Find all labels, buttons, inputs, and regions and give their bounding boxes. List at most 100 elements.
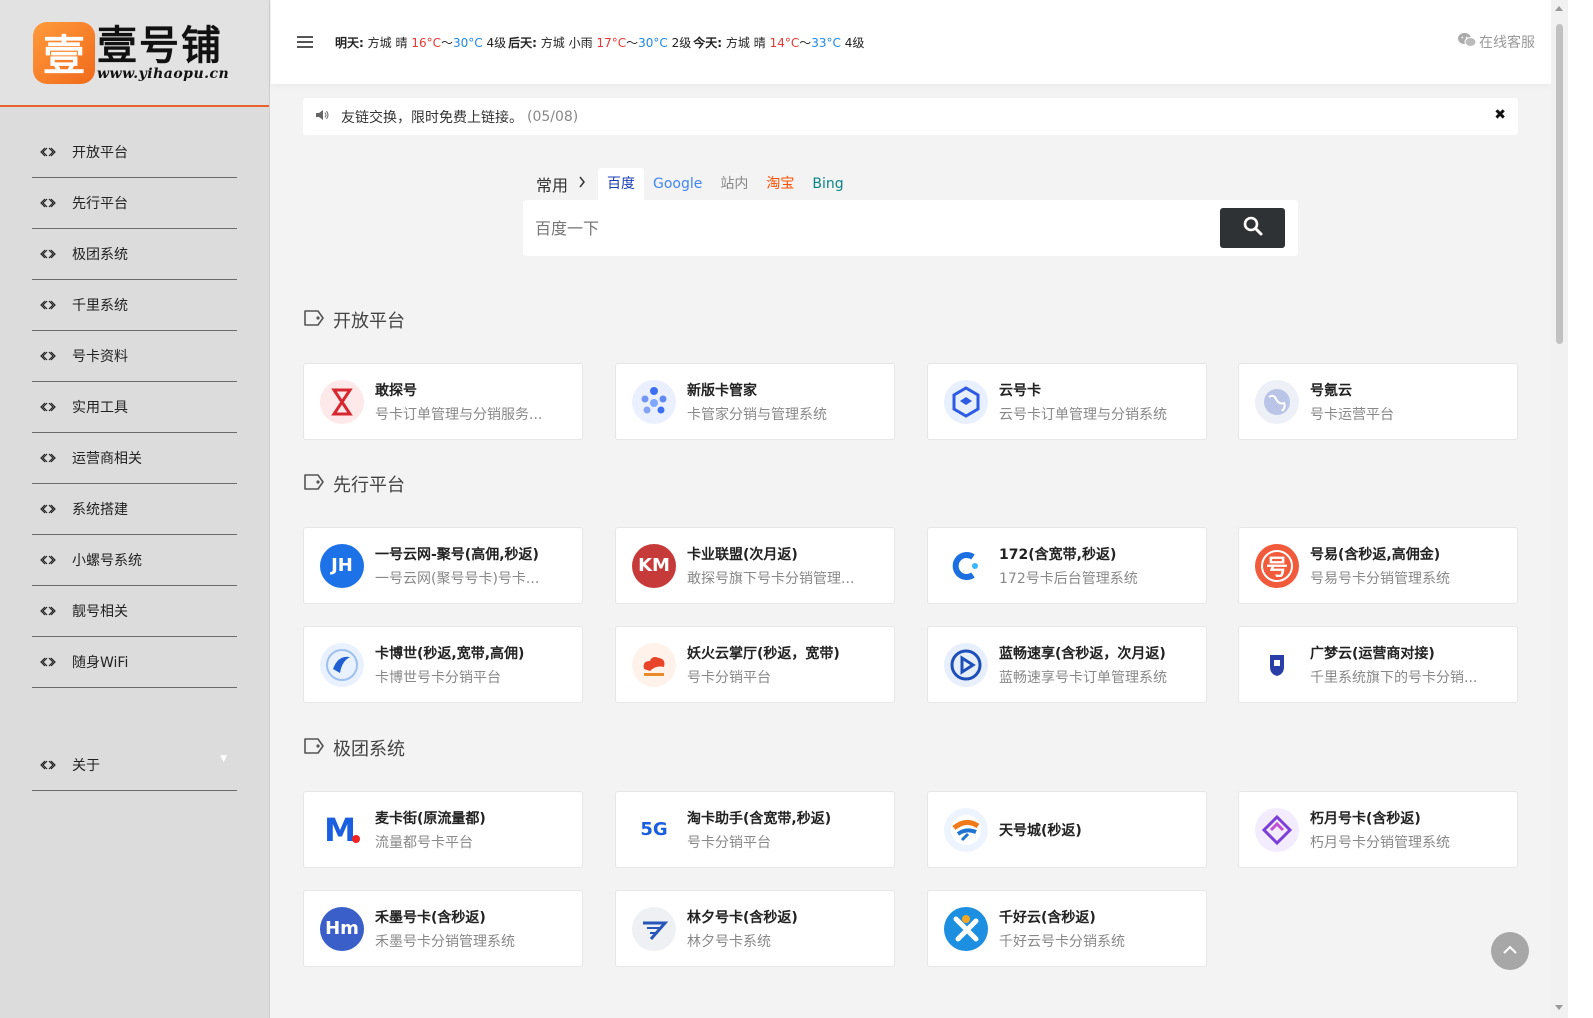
site-card[interactable]: 新版卡管家 卡管家分销与管理系统	[615, 363, 895, 440]
weather-condition: 晴	[753, 35, 766, 50]
wing-icon	[632, 906, 676, 951]
site-card[interactable]: 卡博世(秒返,宽带,高佣) 卡博世号卡分销平台	[303, 626, 583, 703]
topbar: 明天: 方城 晴 16°C～30°C 4级 后天: 方城 小雨 17°C～30°C…	[271, 0, 1551, 84]
menu-toggle-icon[interactable]	[297, 36, 313, 48]
link-icon	[40, 351, 56, 361]
section-title: 先行平台	[303, 471, 405, 497]
play-icon	[944, 642, 988, 687]
hexagon-icon	[944, 379, 988, 424]
search-tab-4[interactable]: 淘宝	[757, 168, 803, 200]
hm-icon: Hm	[320, 906, 364, 951]
search-tab-2[interactable]: Google	[644, 168, 711, 200]
site-card[interactable]: 敢探号号卡订单管理与分销服务...	[303, 363, 583, 440]
scrollbar-thumb[interactable]	[1556, 24, 1563, 344]
sidebar-item-label: 先行平台	[72, 196, 128, 212]
scroll-up-arrow-icon[interactable]	[1555, 6, 1563, 11]
site-card[interactable]: Hm 禾墨号卡(含秒返) 禾墨号卡分销管理系统	[303, 890, 583, 967]
sidebar-item-1[interactable]: 开放平台	[32, 127, 237, 178]
online-service-link[interactable]: 在线客服	[1457, 32, 1535, 52]
site-card[interactable]: 广梦云(运营商对接) 千里系统旗下的号卡分销...	[1238, 626, 1518, 703]
site-card[interactable]: 朽月号卡(含秒返) 朽月号卡分销管理系统	[1238, 791, 1518, 868]
sidebar-item-8[interactable]: 系统搭建	[32, 484, 237, 535]
sidebar-item-10[interactable]: 靓号相关	[32, 586, 237, 637]
site-card[interactable]: 蓝畅速享(含秒返，次月返) 蓝畅速享号卡订单管理系统	[927, 626, 1207, 703]
link-icon	[40, 300, 56, 310]
weather-sep: ～	[440, 35, 453, 50]
site-desc: 林夕号卡系统	[687, 933, 771, 950]
site-card[interactable]: 妖火云掌厅(秒返，宽带) 号卡分销平台	[615, 626, 895, 703]
search-tab-3[interactable]: 站内	[711, 168, 757, 200]
wechat-icon	[1457, 32, 1477, 52]
tag-icon	[303, 473, 325, 496]
sidebar-item-label: 小螺号系统	[72, 553, 142, 569]
site-name: 新版卡管家	[687, 382, 757, 399]
sidebar-item-label: 运营商相关	[72, 451, 142, 467]
site-name: 号氪云	[1310, 382, 1352, 399]
site-card[interactable]: JH 一号云网-聚号(高佣,秒返) 一号云网(聚号号卡)号卡...	[303, 527, 583, 604]
site-card[interactable]: 天号城(秒返)	[927, 791, 1207, 868]
notice-text[interactable]: 友链交换，限时免费上链接。	[341, 107, 523, 127]
site-card[interactable]: 云号卡 云号卡订单管理与分销系统	[927, 363, 1207, 440]
weather-high: 33°C	[811, 35, 841, 50]
sidebar-item-11[interactable]: 随身WiFi	[32, 637, 237, 688]
link-icon	[40, 453, 56, 463]
sidebar-item-label: 关于	[72, 758, 100, 774]
sidebar-item-6[interactable]: 实用工具	[32, 382, 237, 433]
scroll-down-arrow-icon[interactable]	[1555, 1005, 1563, 1010]
site-name: 一号云网-聚号(高佣,秒返)	[375, 546, 539, 563]
link-icon	[40, 198, 56, 208]
weather-wind: 2级	[671, 35, 692, 50]
sidebar-item-3[interactable]: 极团系统	[32, 229, 237, 280]
chevron-up-icon	[1502, 943, 1518, 959]
search-group-label[interactable]: 常用	[536, 172, 568, 196]
sidebar-item-9[interactable]: 小螺号系统	[32, 535, 237, 586]
sidebar-item-label: 随身WiFi	[72, 655, 129, 671]
search-input[interactable]	[535, 214, 1205, 242]
shield-icon	[1255, 642, 1299, 687]
site-name: 天号城(秒返)	[999, 822, 1082, 839]
cloud-fire-icon	[632, 642, 676, 687]
logo[interactable]: 壹 壹号铺 www.yihaopu.cn	[0, 0, 269, 107]
sidebar-nav: 开放平台先行平台极团系统 千里系统 号卡资料 实用工具运营商相关系统搭建小螺号系统靓号…	[0, 107, 269, 791]
site-desc: 流量都号卡平台	[375, 834, 473, 851]
site-card[interactable]: M 麦卡街(原流量都) 流量都号卡平台	[303, 791, 583, 868]
link-icon	[40, 555, 56, 565]
weather-wind: 4级	[486, 35, 507, 50]
sidebar-item-4[interactable]: 千里系统	[32, 280, 237, 331]
site-card[interactable]: 千好云(含秒返) 千好云号卡分销系统	[927, 890, 1207, 967]
site-card[interactable]: 5G 淘卡助手(含宽带,秒返) 号卡分销平台	[615, 791, 895, 868]
window-edge	[1568, 0, 1593, 1018]
weather-day-2: 后天: 方城 小雨 17°C～30°C 2级	[508, 36, 691, 50]
back-to-top-button[interactable]	[1491, 932, 1529, 970]
page-scrollbar[interactable]	[1551, 0, 1568, 1018]
sidebar-item-5[interactable]: 号卡资料	[32, 331, 237, 382]
swirl-icon	[320, 642, 364, 687]
sidebar-item-about[interactable]: 关于 ▼	[32, 740, 237, 791]
close-icon[interactable]: ✖	[1494, 107, 1506, 123]
weather-high: 30°C	[638, 35, 668, 50]
site-name: 广梦云(运营商对接)	[1310, 645, 1435, 662]
site-card[interactable]: 林夕号卡(含秒返) 林夕号卡系统	[615, 890, 895, 967]
x-logo-icon	[944, 906, 988, 951]
site-card[interactable]: 号号易(含秒返,高佣金) 号易号卡分销管理系统	[1238, 527, 1518, 604]
sidebar-item-2[interactable]: 先行平台	[32, 178, 237, 229]
sidebar-item-label: 系统搭建	[72, 502, 128, 518]
search-button[interactable]	[1220, 208, 1285, 248]
site-card[interactable]: KM 卡业联盟(次月返) 敢探号旗下号卡分销管理...	[615, 527, 895, 604]
site-card[interactable]: 号氪云 号卡运营平台	[1238, 363, 1518, 440]
site-name: 麦卡街(原流量都)	[375, 810, 486, 827]
weather-high: 30°C	[453, 35, 483, 50]
search-box	[523, 200, 1298, 256]
search-tab-5[interactable]: Bing	[803, 168, 852, 200]
site-card[interactable]: 172(含宽带,秒返) 172号卡后台管理系统	[927, 527, 1207, 604]
weather-day-label: 明天:	[335, 35, 364, 50]
site-desc: 敢探号旗下号卡分销管理...	[687, 570, 855, 587]
sidebar-item-label: 靓号相关	[72, 604, 128, 620]
chevron-right-icon	[578, 176, 586, 192]
sidebar-item-7[interactable]: 运营商相关	[32, 433, 237, 484]
search-tab-1[interactable]: 百度	[598, 168, 645, 200]
site-name: 敢探号	[375, 382, 417, 399]
site-desc: 号卡分销平台	[687, 669, 771, 686]
weather-condition: 晴	[395, 35, 408, 50]
site-desc: 号卡订单管理与分销服务...	[375, 406, 543, 423]
